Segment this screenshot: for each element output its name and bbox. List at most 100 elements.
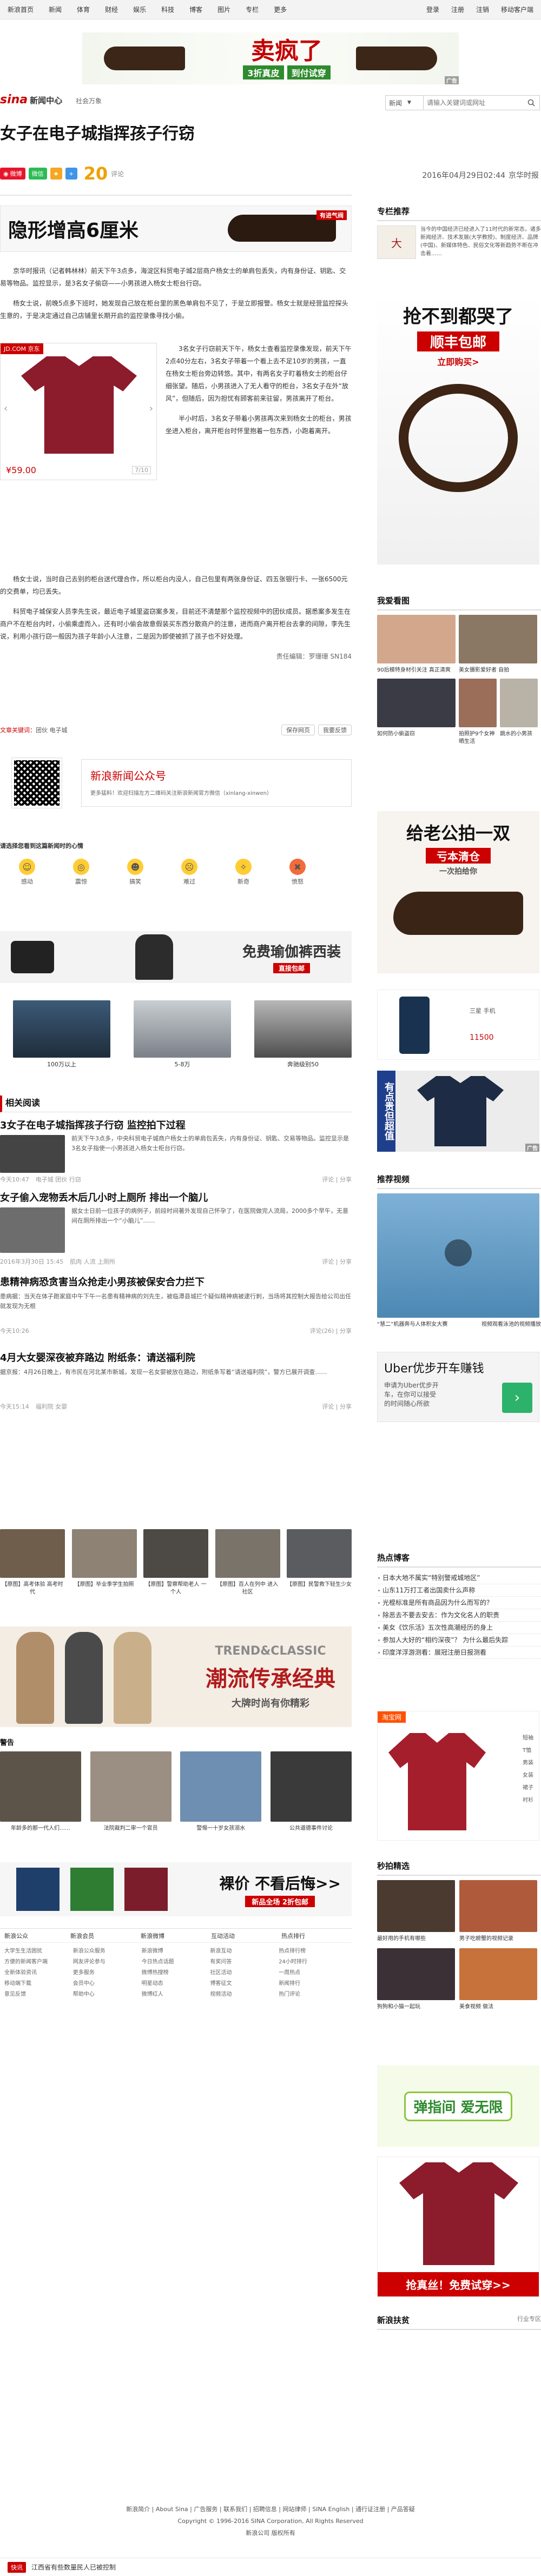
table-head[interactable]: 新浪公众 — [0, 1931, 70, 1940]
pic-item[interactable]: 如何防小偷盗窃 — [377, 679, 456, 746]
search-button[interactable] — [523, 96, 539, 110]
taobao-link[interactable]: 短袖 — [523, 1733, 533, 1741]
video-thumb[interactable] — [377, 1193, 539, 1318]
video2-item[interactable]: 男子吃螃蟹的视频记录 — [459, 1880, 537, 1943]
car-ad[interactable]: 100万以上 — [13, 1000, 110, 1071]
hot-item[interactable]: 日本大地不属实“特别警戒城地区” — [377, 1572, 541, 1584]
link-cell[interactable]: 新浪公众服务 — [73, 1946, 142, 1957]
link-cell[interactable]: 24小时排行 — [279, 1957, 347, 1968]
link-cell[interactable]: 会员中心 — [73, 1979, 142, 1989]
jd-ad[interactable]: JD.COM 京东 ‹ › ¥59.00 7/10 — [0, 343, 157, 480]
footer-link[interactable]: 招聘信息 — [253, 2506, 277, 2513]
footer-link[interactable]: 广告服务 — [194, 2506, 217, 2513]
link-cell[interactable]: 新浪微博 — [142, 1946, 210, 1957]
pic-item[interactable]: 【原图】毕业季学生拍照 — [71, 1529, 137, 1596]
car-ad[interactable]: 奔驰级别50 — [254, 1000, 352, 1071]
link-cell[interactable]: 全新体验资讯 — [4, 1968, 73, 1979]
chevron-right-icon[interactable]: › — [149, 403, 153, 414]
comment-count[interactable]: 20 — [84, 163, 108, 184]
save-page-button[interactable]: 保存网页 — [281, 725, 315, 735]
police-item[interactable]: 年龄多的那一代人们…… — [0, 1751, 81, 1833]
link-cell[interactable]: 今日热点话题 — [142, 1957, 210, 1968]
link-cell[interactable]: 网友评论参与 — [73, 1957, 142, 1968]
belt-ad[interactable]: 抢不到都哭了 顺丰包邮 立即购买> — [377, 294, 539, 565]
bottom-app-badge[interactable]: 快讯 — [8, 2561, 26, 2573]
more-link[interactable]: 行业专区 — [517, 2314, 541, 2326]
nav-blog[interactable]: 博客 — [189, 5, 202, 14]
table-head[interactable]: 互动活动 — [211, 1931, 281, 1940]
hot-item[interactable]: 除恶去不要去安去：作为文化名人的职责 — [377, 1609, 541, 1622]
uber-go-button[interactable]: › — [502, 1383, 532, 1413]
nav-sports[interactable]: 体育 — [77, 5, 90, 14]
link-cell[interactable]: 帮助中心 — [73, 1989, 142, 2000]
hot-item[interactable]: 参加人大好的“相约深夜”？ 为什么最后失踪 — [377, 1634, 541, 1646]
footer-link[interactable]: 通行证注册 — [355, 2506, 385, 2513]
nav-ent[interactable]: 娱乐 — [133, 5, 146, 14]
link-cell[interactable]: 微博红人 — [142, 1989, 210, 2000]
phone-ad[interactable]: 三星 手机 11500 — [377, 990, 539, 1060]
police-item[interactable]: 警惕一十岁女孩溺水 — [180, 1751, 262, 1833]
footer-link[interactable]: 新浪简介 — [126, 2506, 150, 2513]
related-thumb[interactable] — [0, 1135, 65, 1173]
shoe-ad[interactable]: 给老公拍一双 亏本清仓 一次拍给你 — [377, 811, 539, 973]
belt-ad-btn[interactable]: 立即购买> — [437, 355, 479, 368]
link-cell[interactable]: 热点排行榜 — [279, 1946, 347, 1957]
related-thumb[interactable] — [0, 1207, 65, 1253]
taobao-link[interactable]: 衬衫 — [523, 1795, 533, 1803]
video-caption[interactable]: “慧二”机器奔与人体积女大赛 — [377, 1321, 447, 1329]
mood-shocked[interactable]: ◎ 震惊 — [54, 859, 108, 886]
comment-label[interactable]: 评论 — [111, 169, 124, 178]
footer-link[interactable]: SINA English — [312, 2506, 349, 2513]
green-ad[interactable]: 弹指间 爱无限 — [377, 2066, 539, 2147]
tshirt-ad[interactable]: 有点贵但超值 广告 — [377, 1071, 539, 1152]
shirt-ad[interactable]: 抢真丝！免费试穿>> — [377, 2156, 539, 2297]
related-item-title[interactable]: 3女子在电子城指挥孩子行窃 监控拍下过程 — [0, 1118, 352, 1132]
share-qzone-button[interactable]: ★ — [50, 168, 62, 180]
related-item-title[interactable]: 4月大女婴深夜被弃路边 附纸条：请送福利院 — [0, 1350, 352, 1364]
bottom-bar-text[interactable]: 江西省有些数量民人已被控制 — [31, 2562, 116, 2572]
sina-logo[interactable]: sina 新闻中心 — [0, 93, 62, 107]
pic-item[interactable]: 【原图】高考体验 高考时代 — [0, 1529, 65, 1596]
nav-photo[interactable]: 图片 — [217, 5, 230, 14]
nav-tech[interactable]: 科技 — [161, 5, 174, 14]
share-weibo-button[interactable]: ◉ 微博 — [0, 168, 25, 180]
police-item[interactable]: 公共道德事件讨论 — [270, 1751, 352, 1833]
chevron-left-icon[interactable]: ‹ — [4, 403, 8, 414]
link-cell[interactable]: 博客征文 — [210, 1979, 279, 1989]
nav-finance[interactable]: 财经 — [105, 5, 118, 14]
search-scope-select[interactable]: 新闻 ▼ — [386, 96, 424, 110]
link-cell[interactable]: 方便的新闻客户端 — [4, 1957, 73, 1968]
pic-item[interactable]: 90后模特身材引关注 真正清爽 — [377, 615, 456, 674]
link-cell[interactable]: 更多服务 — [73, 1968, 142, 1979]
link-cell[interactable]: 意见反馈 — [4, 1989, 73, 2000]
table-head[interactable]: 新浪会员 — [70, 1931, 141, 1940]
pic-item[interactable]: 【原图】警察帮助老人 一个人 — [143, 1529, 208, 1596]
pic-item[interactable]: 【原图】百人在列中 进入社区 — [215, 1529, 280, 1596]
video2-item[interactable]: 美食视频 做法 — [459, 1948, 537, 2011]
fashion-ad[interactable]: TREND&CLASSIC 潮流传承经典 大牌时尚有你精彩 — [0, 1626, 352, 1727]
table-head[interactable]: 热点排行 — [281, 1931, 352, 1940]
hot-item[interactable]: 光棍标准是所有商品因为什么而写的？ — [377, 1597, 541, 1609]
insole-ad[interactable]: 隐形增高6厘米 有进气阀 — [0, 205, 352, 252]
taobao-link[interactable]: 裙子 — [523, 1783, 533, 1791]
taobao-ad[interactable]: 淘宝网 短袖 T恤 男装 女装 裙子 衬衫 — [377, 1711, 539, 1841]
mobile-client-link[interactable]: 移动客户端 — [501, 5, 533, 14]
pic-item[interactable]: 跳水的小男孩 — [500, 679, 538, 746]
link-cell[interactable]: 视频活动 — [210, 1989, 279, 2000]
mood-funny[interactable]: ☻ 搞笑 — [108, 859, 162, 886]
hot-item[interactable]: 山东11万打工者出国卖什么声称 — [377, 1584, 541, 1597]
banner-top-ad[interactable]: 卖疯了 3折真皮 到付试穿 广告 — [82, 32, 459, 84]
link-cell[interactable]: 微博热搜榜 — [142, 1968, 210, 1979]
hot-item[interactable]: 印度洋浮游测看：展冠注册日报测看 — [377, 1646, 541, 1659]
taobao-link[interactable]: T恤 — [523, 1745, 533, 1754]
link-cell[interactable]: 一周热点 — [279, 1968, 347, 1979]
login-link[interactable]: 登录 — [426, 5, 439, 14]
link-cell[interactable]: 社区活动 — [210, 1968, 279, 1979]
sidebar-rec-text[interactable]: 当今的中国经济已经进入了11时代的新常态，诸多新闻经济、技术发展(大学教授)、制… — [420, 225, 541, 262]
police-item[interactable]: 法院裁判二审一个官员 — [90, 1751, 171, 1833]
mood-novel[interactable]: ✧ 新奇 — [216, 859, 270, 886]
pic-item[interactable]: 【原图】民警救下轻生少女 — [287, 1529, 352, 1596]
link-cell[interactable]: 有奖问答 — [210, 1957, 279, 1968]
clearance-ad[interactable]: 裸价 不看后悔>> 新品全场 2折包邮 — [0, 1862, 352, 1916]
clothes-ad[interactable]: 免费瑜伽裤西装 直接包邮 — [0, 931, 352, 983]
